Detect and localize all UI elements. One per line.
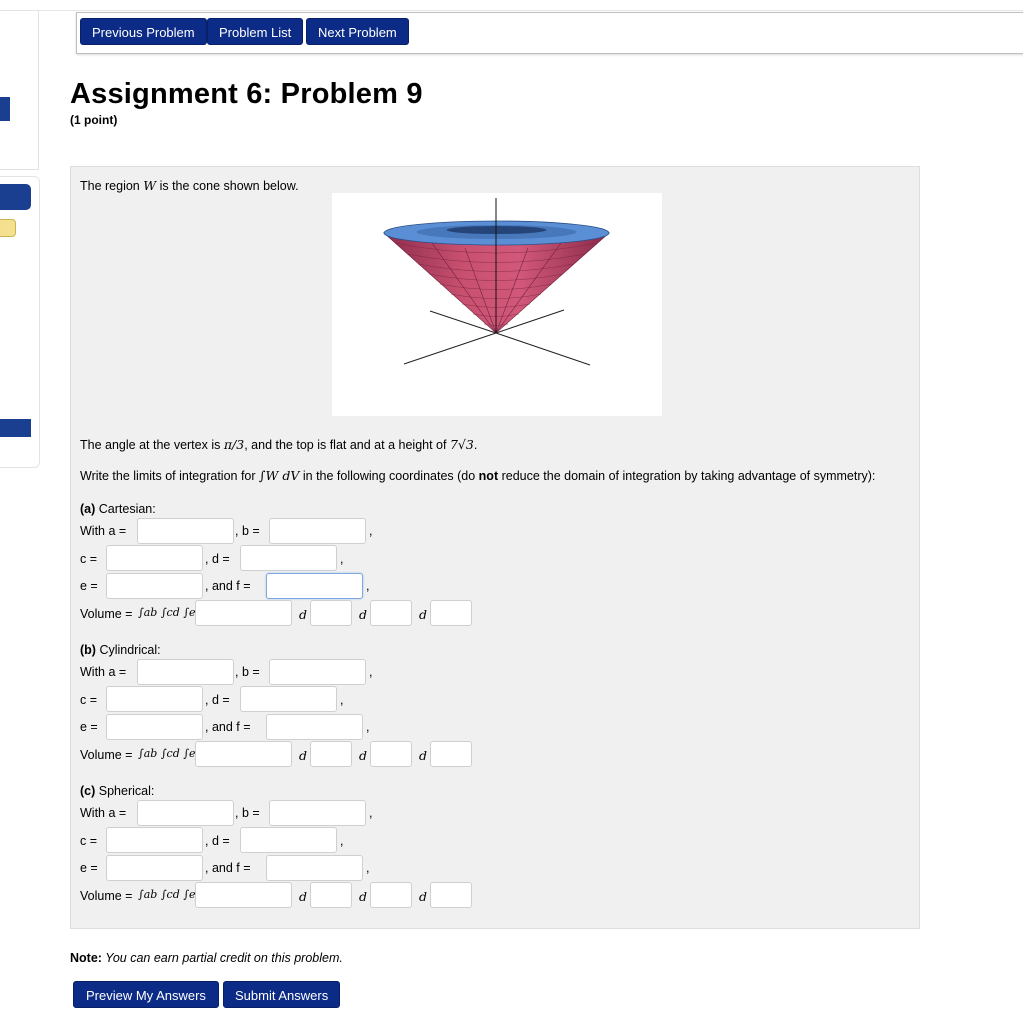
cartesian-diff3-input[interactable] [430, 600, 472, 626]
browser-top-edge [0, 0, 1023, 11]
cylindrical-c-input[interactable] [106, 686, 203, 712]
submit-answers-button[interactable]: Submit Answers [223, 981, 341, 1008]
spherical-f-input[interactable] [266, 855, 363, 881]
cartesian-e-input[interactable] [106, 573, 203, 599]
cone-graphic [382, 198, 611, 366]
cylindrical-e-input[interactable] [106, 714, 203, 740]
label-c: c = [80, 693, 98, 707]
label-c: c = [80, 552, 98, 566]
label-b: , b = [235, 524, 260, 538]
label-with-a: With a = [80, 524, 127, 538]
label-e: e = [80, 720, 98, 734]
section-cartesian-heading: (a) Cartesian: [80, 502, 156, 516]
cartesian-f-input[interactable] [266, 573, 363, 599]
spherical-diff1-input[interactable] [310, 882, 352, 908]
label-volume: Volume = [80, 889, 133, 903]
label-comma: , [369, 524, 373, 538]
differential-d: d [419, 607, 428, 622]
label-b: , b = [235, 806, 260, 820]
label-b: , b = [235, 665, 260, 679]
differential-d: d [299, 889, 308, 904]
cylindrical-d-input[interactable] [240, 686, 337, 712]
label-comma: , [369, 806, 373, 820]
label-and-f: , and f = [205, 579, 251, 593]
spherical-a-input[interactable] [137, 800, 234, 826]
sidebar-marker [0, 97, 10, 121]
label-comma: , [340, 552, 344, 566]
spherical-diff2-input[interactable] [370, 882, 412, 908]
differential-d: d [299, 748, 308, 763]
triple-integral: ∫ab ∫cd ∫ef [138, 888, 200, 901]
label-comma: , [340, 693, 344, 707]
label-with-a: With a = [80, 665, 127, 679]
cartesian-b-input[interactable] [269, 518, 366, 544]
problem-nav-bar: Previous Problem Problem List Next Probl… [76, 12, 1023, 54]
cartesian-diff2-input[interactable] [370, 600, 412, 626]
label-with-a: With a = [80, 806, 127, 820]
cylindrical-a-input[interactable] [137, 659, 234, 685]
cartesian-a-input[interactable] [137, 518, 234, 544]
label-volume: Volume = [80, 748, 133, 762]
cylindrical-diff1-input[interactable] [310, 741, 352, 767]
label-and-f: , and f = [205, 861, 251, 875]
label-volume: Volume = [80, 607, 133, 621]
spherical-b-input[interactable] [269, 800, 366, 826]
label-d: , d = [205, 834, 230, 848]
label-e: e = [80, 579, 98, 593]
label-comma: , [366, 579, 370, 593]
spherical-e-input[interactable] [106, 855, 203, 881]
differential-d: d [359, 607, 368, 622]
cylindrical-f-input[interactable] [266, 714, 363, 740]
previous-problem-button[interactable]: Previous Problem [80, 18, 207, 45]
triple-integral: ∫ab ∫cd ∫ef [138, 606, 200, 619]
differential-d: d [419, 748, 428, 763]
section-spherical-heading: (c) Spherical: [80, 784, 155, 798]
differential-d: d [359, 748, 368, 763]
cylindrical-diff2-input[interactable] [370, 741, 412, 767]
differential-d: d [359, 889, 368, 904]
label-c: c = [80, 834, 98, 848]
spherical-integrand-input[interactable] [195, 882, 292, 908]
cylindrical-diff3-input[interactable] [430, 741, 472, 767]
cartesian-d-input[interactable] [240, 545, 337, 571]
triple-integral: ∫ab ∫cd ∫ef [138, 747, 200, 760]
region-variable: W [143, 178, 157, 193]
instructions-text: Write the limits of integration for ∫W d… [80, 468, 876, 483]
sidebar-button[interactable] [0, 184, 31, 210]
label-and-f: , and f = [205, 720, 251, 734]
section-cylindrical-heading: (b) Cylindrical: [80, 643, 161, 657]
label-comma: , [366, 861, 370, 875]
label-comma: , [366, 720, 370, 734]
differential-d: d [419, 889, 428, 904]
cylindrical-integrand-input[interactable] [195, 741, 292, 767]
label-comma: , [340, 834, 344, 848]
label-comma: , [369, 665, 373, 679]
problem-list-button[interactable]: Problem List [207, 18, 304, 45]
preview-answers-button[interactable]: Preview My Answers [73, 981, 219, 1008]
problem-points: (1 point) [70, 113, 118, 127]
cartesian-c-input[interactable] [106, 545, 203, 571]
cartesian-integrand-input[interactable] [195, 600, 292, 626]
cone-figure [332, 193, 662, 416]
sidebar-panel-top [0, 10, 39, 170]
cylindrical-b-input[interactable] [269, 659, 366, 685]
intro-text: The region W is the cone shown below. [80, 178, 299, 193]
angle-text: The angle at the vertex is π/3, and the … [80, 437, 478, 452]
problem-body: The region W is the cone shown below. Th… [70, 166, 920, 929]
label-d: , d = [205, 693, 230, 707]
next-problem-button[interactable]: Next Problem [306, 18, 409, 45]
label-d: , d = [205, 552, 230, 566]
label-e: e = [80, 861, 98, 875]
spherical-c-input[interactable] [106, 827, 203, 853]
spherical-d-input[interactable] [240, 827, 337, 853]
sidebar-badge [0, 219, 16, 237]
page-title: Assignment 6: Problem 9 [70, 78, 423, 110]
cartesian-diff1-input[interactable] [310, 600, 352, 626]
spherical-diff3-input[interactable] [430, 882, 472, 908]
sidebar-button-bottom[interactable] [0, 419, 31, 437]
differential-d: d [299, 607, 308, 622]
partial-credit-note: Note: You can earn partial credit on thi… [70, 951, 343, 965]
